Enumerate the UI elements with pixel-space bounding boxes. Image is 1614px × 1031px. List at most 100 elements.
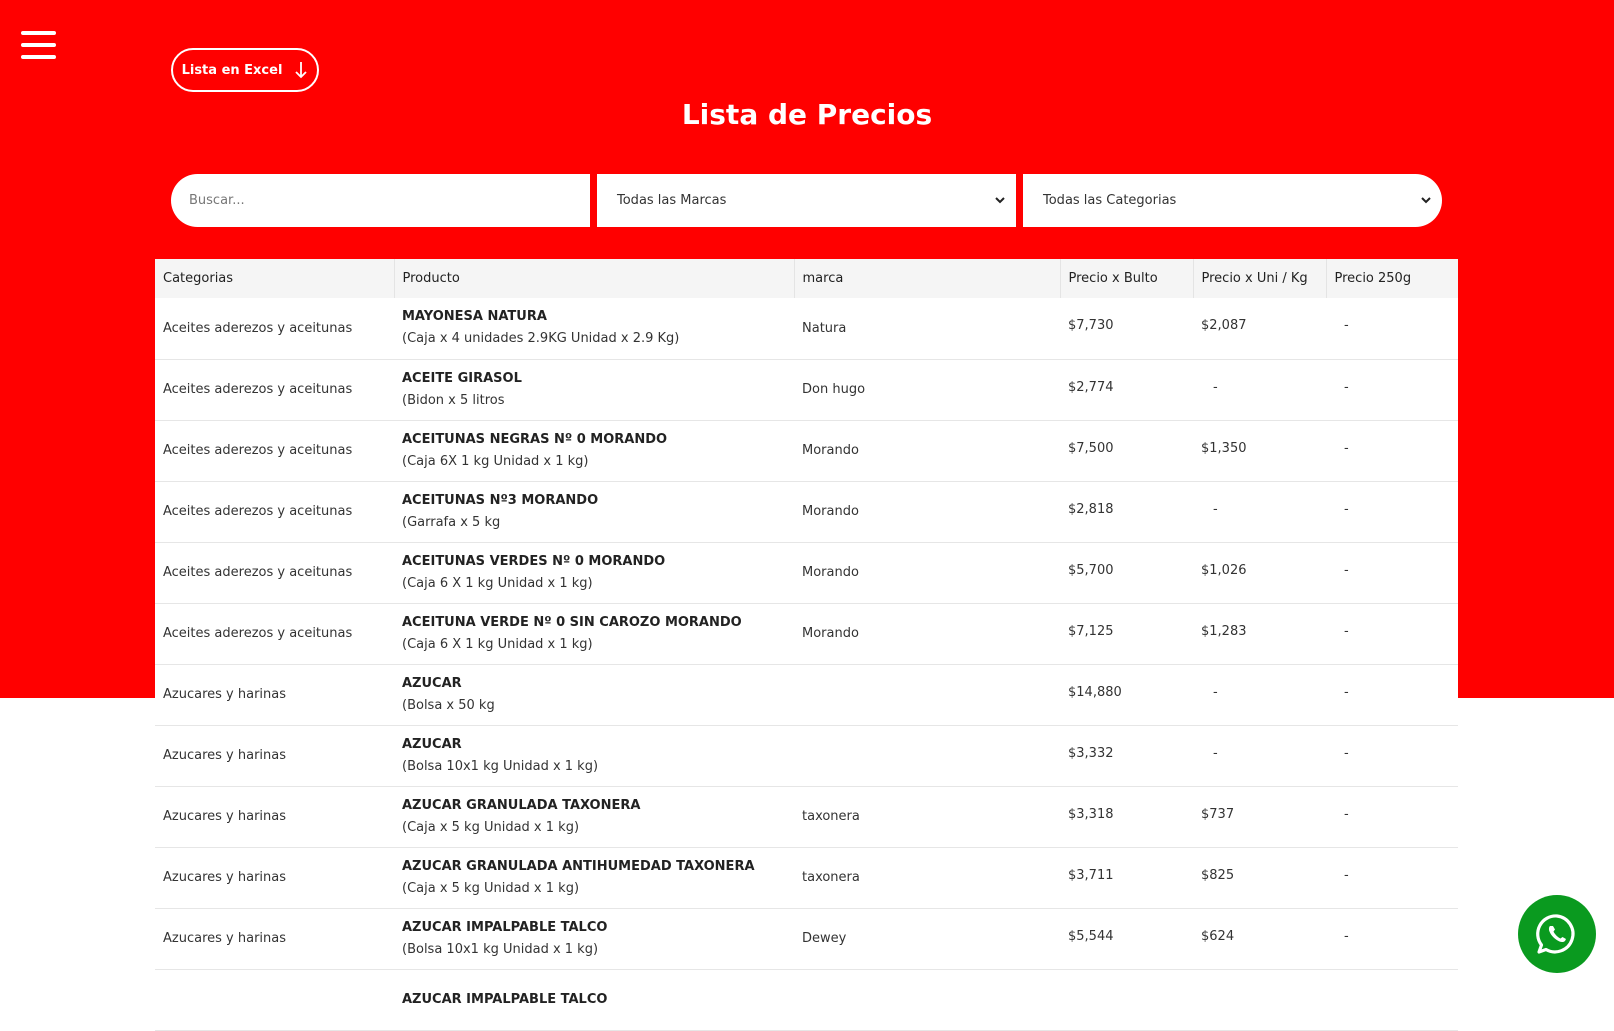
cell-precio-unidad: $1,350 xyxy=(1193,420,1326,482)
whatsapp-button[interactable] xyxy=(1518,895,1596,973)
product-detail: (Caja 6 X 1 kg Unidad x 1 kg) xyxy=(402,636,593,652)
product-detail: (Caja 6 X 1 kg Unidad x 1 kg) xyxy=(402,575,593,591)
product-name: AZUCAR GRANULADA TAXONERA xyxy=(402,797,641,813)
product-name: AZUCAR IMPALPABLE TALCO xyxy=(402,991,608,1007)
product-detail: (Garrafa x 5 kg xyxy=(402,514,501,530)
cell-categoria: Aceites aderezos y aceitunas xyxy=(155,420,394,482)
cell-precio-unidad: $624 xyxy=(1193,908,1326,970)
cell-marca: Dewey xyxy=(794,908,1060,970)
cell-categoria: Aceites aderezos y aceitunas xyxy=(155,603,394,665)
menu-bar xyxy=(21,31,56,35)
table-row: Azucares y harinas AZUCAR GRANULADA ANTIH… xyxy=(155,847,1458,909)
cell-producto: AZUCAR IMPALPABLE TALCO xyxy=(394,969,794,1031)
table-row: Aceites aderezos y aceitunas ACEITE GIRAS… xyxy=(155,359,1458,421)
search-field[interactable] xyxy=(171,174,590,227)
table-row: Aceites aderezos y aceitunas MAYONESA NAT… xyxy=(155,298,1458,360)
cell-precio-bulto: $3,332 xyxy=(1060,725,1193,787)
cell-producto: AZUCAR GRANULADA ANTIHUMEDAD TAXONERA (Ca… xyxy=(394,847,794,909)
category-select[interactable]: Todas las Categorias xyxy=(1023,174,1442,227)
cell-marca: Morando xyxy=(794,603,1060,665)
page-title: Lista de Precios xyxy=(681,98,933,131)
product-detail: (Bolsa 10x1 kg Unidad x 1 kg) xyxy=(402,941,599,957)
cell-precio-bulto: $14,880 xyxy=(1060,664,1193,726)
cell-producto: AZUCAR (Bolsa x 50 kg xyxy=(394,664,794,726)
table-row: Azucares y harinas AZUCAR (Bolsa 10x1 kg U… xyxy=(155,725,1458,787)
category-select-value: Todas las Categorias xyxy=(1043,193,1177,208)
cell-producto: ACEITE GIRASOL (Bidon x 5 litros xyxy=(394,359,794,421)
cell-precio-250g: - xyxy=(1326,603,1458,665)
column-header-producto[interactable]: Producto xyxy=(394,259,795,298)
chevron-down-icon xyxy=(995,197,1005,204)
cell-precio-250g: - xyxy=(1326,847,1458,909)
search-input[interactable] xyxy=(187,192,574,209)
cell-marca: Morando xyxy=(794,481,1060,543)
table-row: AZUCAR IMPALPABLE TALCO xyxy=(155,969,1458,1031)
cell-precio-250g: - xyxy=(1326,908,1458,970)
brand-select-value: Todas las Marcas xyxy=(617,193,727,208)
cell-categoria: Azucares y harinas xyxy=(155,725,394,787)
cell-precio-bulto: $7,500 xyxy=(1060,420,1193,482)
product-detail: (Bidon x 5 litros xyxy=(402,392,505,408)
cell-precio-bulto: $2,818 xyxy=(1060,481,1193,543)
cell-categoria: Aceites aderezos y aceitunas xyxy=(155,359,394,421)
cell-precio-250g: - xyxy=(1326,664,1458,726)
chevron-down-icon xyxy=(1421,197,1431,204)
product-detail: (Bolsa x 50 kg xyxy=(402,697,495,713)
cell-categoria: Azucares y harinas xyxy=(155,847,394,909)
whatsapp-icon xyxy=(1536,914,1575,954)
column-header-precio-250g[interactable]: Precio 250g xyxy=(1326,259,1458,298)
cell-categoria: Aceites aderezos y aceitunas xyxy=(155,542,394,604)
table-row: Azucares y harinas AZUCAR GRANULADA TAXON… xyxy=(155,786,1458,848)
cell-precio-unidad: - xyxy=(1193,664,1326,726)
cell-categoria: Azucares y harinas xyxy=(155,664,394,726)
table-row: Aceites aderezos y aceitunas ACEITUNAS Nº… xyxy=(155,481,1458,543)
product-name: AZUCAR xyxy=(402,736,462,752)
cell-precio-unidad: $737 xyxy=(1193,786,1326,848)
price-table-container: Categorias Producto marca Precio x Bulto… xyxy=(155,259,1458,1031)
cell-categoria: Aceites aderezos y aceitunas xyxy=(155,481,394,543)
cell-precio-bulto: $2,774 xyxy=(1060,359,1193,421)
column-header-categorias[interactable]: Categorias xyxy=(155,259,395,298)
cell-producto: ACEITUNAS Nº3 MORANDO (Garrafa x 5 kg xyxy=(394,481,794,543)
column-header-precio-unidad[interactable]: Precio x Uni / Kg xyxy=(1193,259,1327,298)
cell-precio-unidad: $825 xyxy=(1193,847,1326,909)
cell-marca: Morando xyxy=(794,420,1060,482)
table-row: Aceites aderezos y aceitunas ACEITUNA VER… xyxy=(155,603,1458,665)
cell-marca: taxonera xyxy=(794,786,1060,848)
table-header-row: Categorias Producto marca Precio x Bulto… xyxy=(155,259,1458,298)
cell-precio-bulto: $7,730 xyxy=(1060,298,1193,360)
cell-producto: AZUCAR GRANULADA TAXONERA (Caja x 5 kg Un… xyxy=(394,786,794,848)
menu-bar xyxy=(21,43,56,47)
cell-precio-unidad xyxy=(1193,969,1326,1031)
table-row: Azucares y harinas AZUCAR (Bolsa x 50 kg $1… xyxy=(155,664,1458,726)
product-name: ACEITUNA VERDE Nº 0 SIN CAROZO MORANDO xyxy=(402,614,742,630)
cell-producto: MAYONESA NATURA (Caja x 4 unidades 2.9KG … xyxy=(394,298,794,360)
product-name: AZUCAR xyxy=(402,675,462,691)
cell-marca: Morando xyxy=(794,542,1060,604)
cell-producto: AZUCAR (Bolsa 10x1 kg Unidad x 1 kg) xyxy=(394,725,794,787)
excel-download-button[interactable]: Lista en Excel xyxy=(171,48,319,92)
hamburger-menu-icon[interactable] xyxy=(21,29,56,61)
cell-precio-unidad: $1,283 xyxy=(1193,603,1326,665)
product-name: AZUCAR GRANULADA ANTIHUMEDAD TAXONERA xyxy=(402,858,755,874)
product-name: ACEITE GIRASOL xyxy=(402,370,522,386)
column-header-marca[interactable]: marca xyxy=(794,259,1061,298)
brand-select[interactable]: Todas las Marcas xyxy=(597,174,1016,227)
cell-precio-unidad: $2,087 xyxy=(1193,298,1326,360)
price-table: Categorias Producto marca Precio x Bulto… xyxy=(155,259,1458,1031)
cell-precio-bulto: $3,711 xyxy=(1060,847,1193,909)
cell-precio-bulto: $5,700 xyxy=(1060,542,1193,604)
cell-marca: taxonera xyxy=(794,847,1060,909)
product-detail: (Bolsa 10x1 kg Unidad x 1 kg) xyxy=(402,758,599,774)
cell-precio-250g: - xyxy=(1326,298,1458,360)
column-header-precio-bulto[interactable]: Precio x Bulto xyxy=(1060,259,1194,298)
cell-precio-unidad: - xyxy=(1193,725,1326,787)
cell-precio-unidad: - xyxy=(1193,359,1326,421)
cell-marca: Natura xyxy=(794,298,1060,360)
cell-precio-bulto: $3,318 xyxy=(1060,786,1193,848)
product-detail: (Caja x 5 kg Unidad x 1 kg) xyxy=(402,819,580,835)
cell-precio-bulto: $7,125 xyxy=(1060,603,1193,665)
product-detail: (Caja x 5 kg Unidad x 1 kg) xyxy=(402,880,580,896)
cell-categoria: Azucares y harinas xyxy=(155,786,394,848)
cell-categoria xyxy=(155,969,394,1031)
